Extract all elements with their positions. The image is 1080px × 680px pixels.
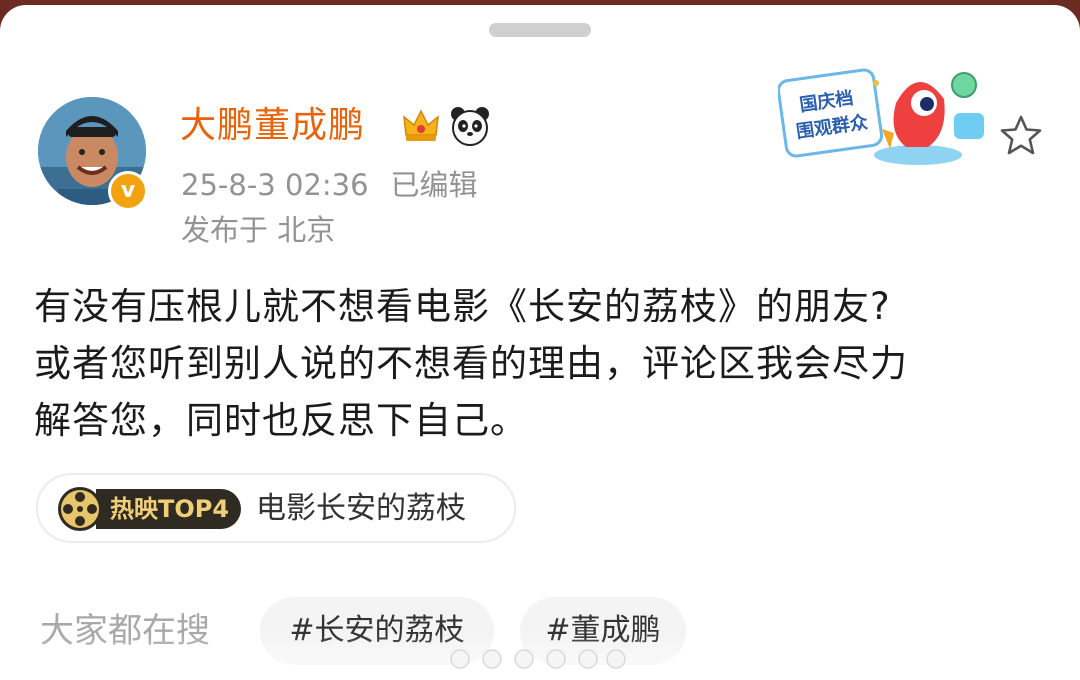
edited-label[interactable]: 已编辑 [391,168,478,202]
film-reel-icon [58,487,102,531]
drag-handle[interactable] [489,23,591,37]
movie-card[interactable]: 热映TOP4 电影长安的荔枝 [36,473,516,543]
hot-top-badge: 热映TOP4 [96,489,242,529]
post-location: 发布于 北京 [181,213,336,247]
post-body-line: 解答您，同时也反思下自己。 [34,399,528,442]
movie-title: 电影长安的荔枝 [256,491,466,526]
post-body-line: 或者您听到别人说的不想看的理由，评论区我会尽力 [34,342,908,385]
post-time: 25-8-3 02:36 [181,168,369,202]
post-meta: 25-8-3 02:36 已编辑 [181,165,478,205]
crown-icon [403,109,439,141]
post-sheet: v 大鹏董成鹏 25-8-3 02:36 已编辑 发布于 北京 国庆档 围观群众 [0,5,1080,680]
holiday-badge[interactable]: 国庆档 围观群众 [778,63,998,173]
panda-icon [451,107,489,146]
username[interactable]: 大鹏董成鹏 [180,103,365,149]
verified-v-icon: v [108,171,148,211]
page-indicator-dots [450,649,626,669]
post-body: 有没有压根儿就不想看电影《长安的荔枝》的朋友? 或者您听到别人说的不想看的理由，… [34,278,1044,449]
star-outline-icon[interactable] [998,113,1044,159]
post-body-line: 有没有压根儿就不想看电影《长安的荔枝》的朋友? [34,285,891,328]
